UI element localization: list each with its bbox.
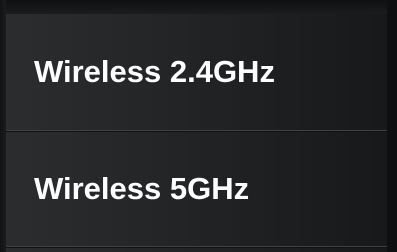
menu-right-edge xyxy=(387,0,397,252)
menu-divider xyxy=(6,246,387,247)
menu-item-label: Wireless 2.4GHz xyxy=(34,54,275,89)
menu-item-wireless-2-4ghz[interactable]: Wireless 2.4GHz xyxy=(6,14,387,130)
menu-item-label: Wireless 5GHz xyxy=(34,170,250,206)
wireless-band-menu: Wireless 2.4GHz Wireless 5GHz xyxy=(0,0,397,252)
menu-top-edge xyxy=(0,0,397,14)
menu-item-wireless-5ghz[interactable]: Wireless 5GHz xyxy=(6,131,387,246)
